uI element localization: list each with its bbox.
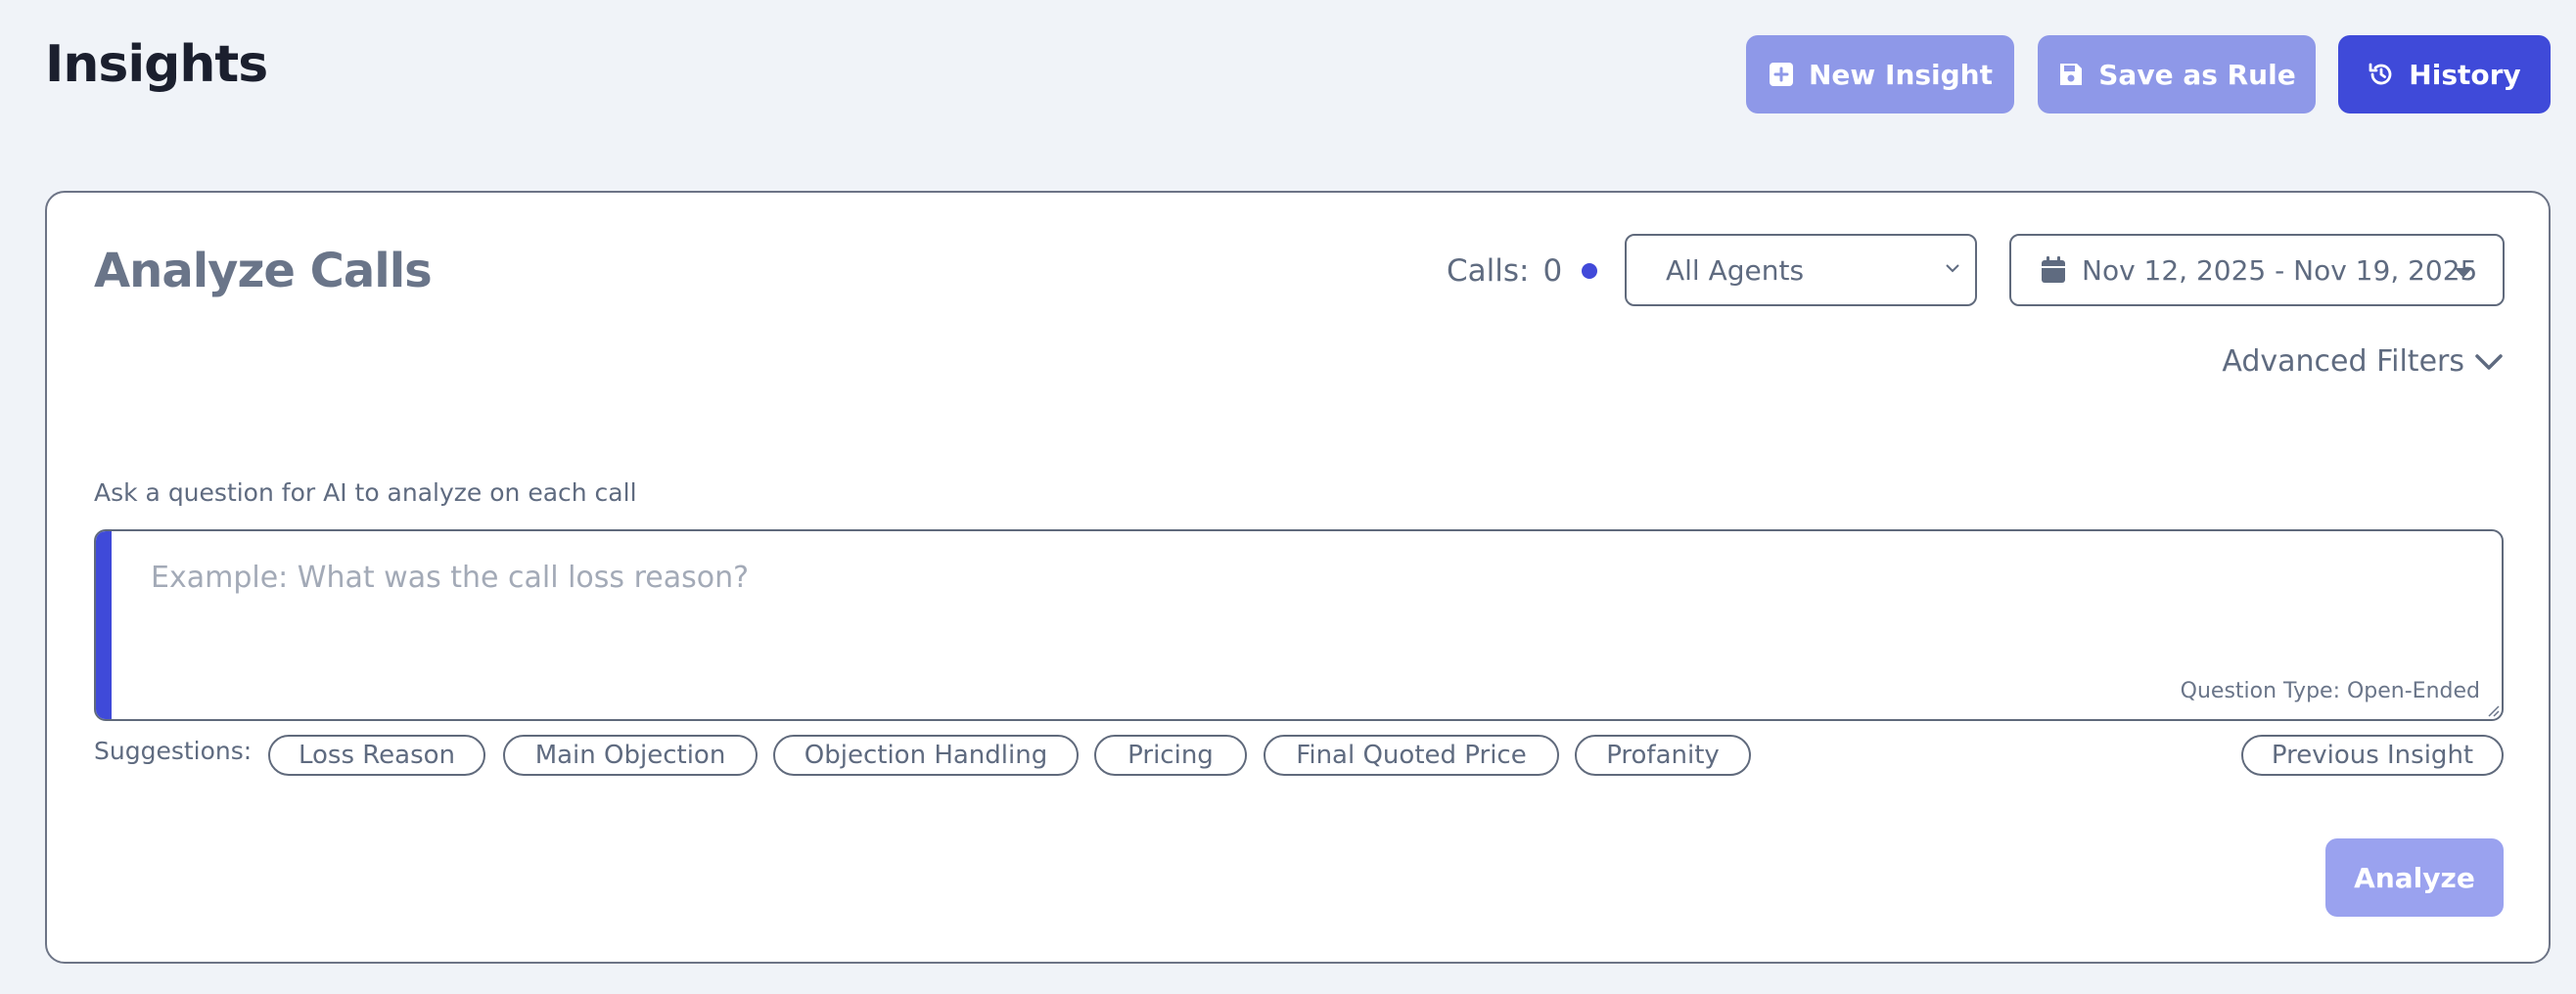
advanced-filters-toggle[interactable]: Advanced Filters [2222, 344, 2504, 379]
suggestion-chip-final-quoted-price[interactable]: Final Quoted Price [1264, 735, 1559, 776]
suggestions-label: Suggestions: [94, 737, 253, 765]
plus-square-icon [1769, 63, 1793, 86]
suggestion-chip-main-objection[interactable]: Main Objection [503, 735, 758, 776]
new-insight-button[interactable]: New Insight [1746, 35, 2014, 113]
status-dot [1582, 263, 1598, 279]
calls-label: Calls: [1447, 253, 1530, 289]
floppy-disk-icon [2060, 64, 2083, 85]
suggestion-chip-profanity[interactable]: Profanity [1575, 735, 1751, 776]
analyze-button[interactable]: Analyze [2325, 838, 2504, 917]
resize-handle-icon[interactable] [2486, 703, 2500, 717]
suggestion-chip-objection-handling[interactable]: Objection Handling [773, 735, 1079, 776]
history-label: History [2409, 58, 2521, 91]
analyze-calls-card: Analyze Calls Calls: 0 All Agents Nov 12… [45, 191, 2551, 964]
question-input-wrapper: Question Type: Open-Ended [94, 529, 2504, 721]
question-input[interactable] [112, 531, 2502, 719]
new-insight-label: New Insight [1808, 58, 1993, 91]
agent-select[interactable]: All Agents [1625, 234, 1977, 306]
calls-count: 0 [1542, 253, 1563, 289]
card-title: Analyze Calls [94, 244, 433, 298]
question-label: Ask a question for AI to analyze on each… [94, 478, 637, 507]
date-range-picker[interactable]: Nov 12, 2025 - Nov 19, 2025 [2009, 234, 2505, 306]
history-button[interactable]: History [2338, 35, 2551, 113]
suggestion-chip-pricing[interactable]: Pricing [1094, 735, 1247, 776]
previous-insight-button[interactable]: Previous Insight [2241, 735, 2504, 776]
save-as-rule-button[interactable]: Save as Rule [2038, 35, 2316, 113]
caret-down-icon [2455, 268, 2472, 278]
history-icon [2369, 63, 2392, 85]
input-accent-bar [96, 531, 112, 719]
suggestion-chip-loss-reason[interactable]: Loss Reason [268, 735, 485, 776]
chevron-down-icon [1946, 264, 1959, 273]
save-as-rule-label: Save as Rule [2098, 58, 2296, 91]
advanced-filters-label: Advanced Filters [2222, 344, 2464, 379]
calendar-icon [2042, 256, 2065, 283]
chevron-down-icon [2475, 353, 2503, 370]
calls-counter: Calls: 0 [1447, 253, 1598, 289]
page-title: Insights [45, 35, 268, 94]
question-type-label: Question Type: Open-Ended [2180, 679, 2480, 703]
agent-select-value: All Agents [1666, 253, 1805, 287]
date-range-value: Nov 12, 2025 - Nov 19, 2025 [2082, 253, 2478, 287]
